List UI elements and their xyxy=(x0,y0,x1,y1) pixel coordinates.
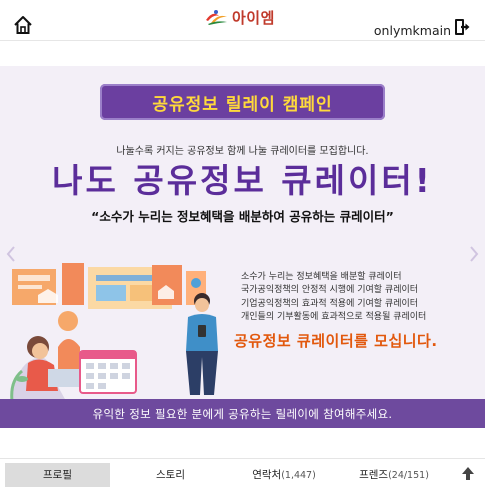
campaign-banner[interactable]: 공유정보 릴레이 캠페인 나눌수록 커지는 공유정보 함께 나눌 큐레이터를 모… xyxy=(0,66,485,428)
campaign-headline: 나도 공유정보 큐레이터! xyxy=(52,161,433,200)
tab-label: 스토리 xyxy=(156,469,185,481)
tab-friends[interactable]: 프렌즈(24/151) xyxy=(338,463,450,487)
app-logo[interactable]: 아이엠 xyxy=(205,6,275,28)
home-icon[interactable] xyxy=(12,14,34,36)
campaign-quote: “소수가 누리는 정보혜택을 배분하여 공유하는 큐레이터” xyxy=(91,209,394,224)
tab-label: 연락처 xyxy=(252,469,282,481)
campaign-cta: 공유정보 큐레이터를 모십니다. xyxy=(234,332,438,350)
left-arrow-icon[interactable] xyxy=(6,246,16,262)
curator-detail-line: 개인들의 기부활동에 효과적으로 적용될 큐레이터 xyxy=(241,311,427,322)
curator-details: 소수가 누리는 정보혜택을 배분할 큐레이터 국가공익정책의 안정적 시행에 기… xyxy=(241,271,426,324)
top-bar: 아이엠 onlymkmain xyxy=(0,0,485,41)
curator-detail-line: 국가공익정책의 안정적 시행에 기여할 큐레이터 xyxy=(241,285,419,296)
tab-count: (1,447) xyxy=(281,470,316,481)
curator-detail-line: 기업공익정책의 효과적 적용에 기여할 큐레이터 xyxy=(241,298,419,309)
tab-label: 프로필 xyxy=(43,469,72,481)
scroll-top-icon[interactable] xyxy=(461,465,475,481)
campaign-footer-text: 유익한 정보 필요한 분에게 공유하는 릴레이에 참여해주세요. xyxy=(92,406,393,421)
campaign-footer-band: 유익한 정보 필요한 분에게 공유하는 릴레이에 참여해주세요. xyxy=(0,399,485,428)
illustration-person-phone xyxy=(186,293,218,395)
right-arrow-icon[interactable] xyxy=(469,246,479,262)
campaign-title-pill: 공유정보 릴레이 캠페인 xyxy=(100,84,385,120)
curator-detail-line: 소수가 누리는 정보혜택을 배분할 큐레이터 xyxy=(241,272,402,282)
logo-swoosh-icon xyxy=(206,10,227,25)
logout-icon[interactable] xyxy=(453,18,471,36)
logo-text: 아이엠 xyxy=(232,8,275,27)
tab-profile[interactable]: 프로필 xyxy=(5,463,110,487)
username[interactable]: onlymkmain xyxy=(374,23,451,38)
campaign-title: 공유정보 릴레이 캠페인 xyxy=(152,94,333,115)
tab-label: 프렌즈 xyxy=(359,469,389,481)
tab-contacts[interactable]: 연락처(1,447) xyxy=(228,463,340,487)
tab-count: (24/151) xyxy=(388,470,429,481)
tab-story[interactable]: 스토리 xyxy=(118,463,223,487)
profile-tab-bar: 프로필 스토리 연락처(1,447) 프렌즈(24/151) xyxy=(0,458,485,498)
